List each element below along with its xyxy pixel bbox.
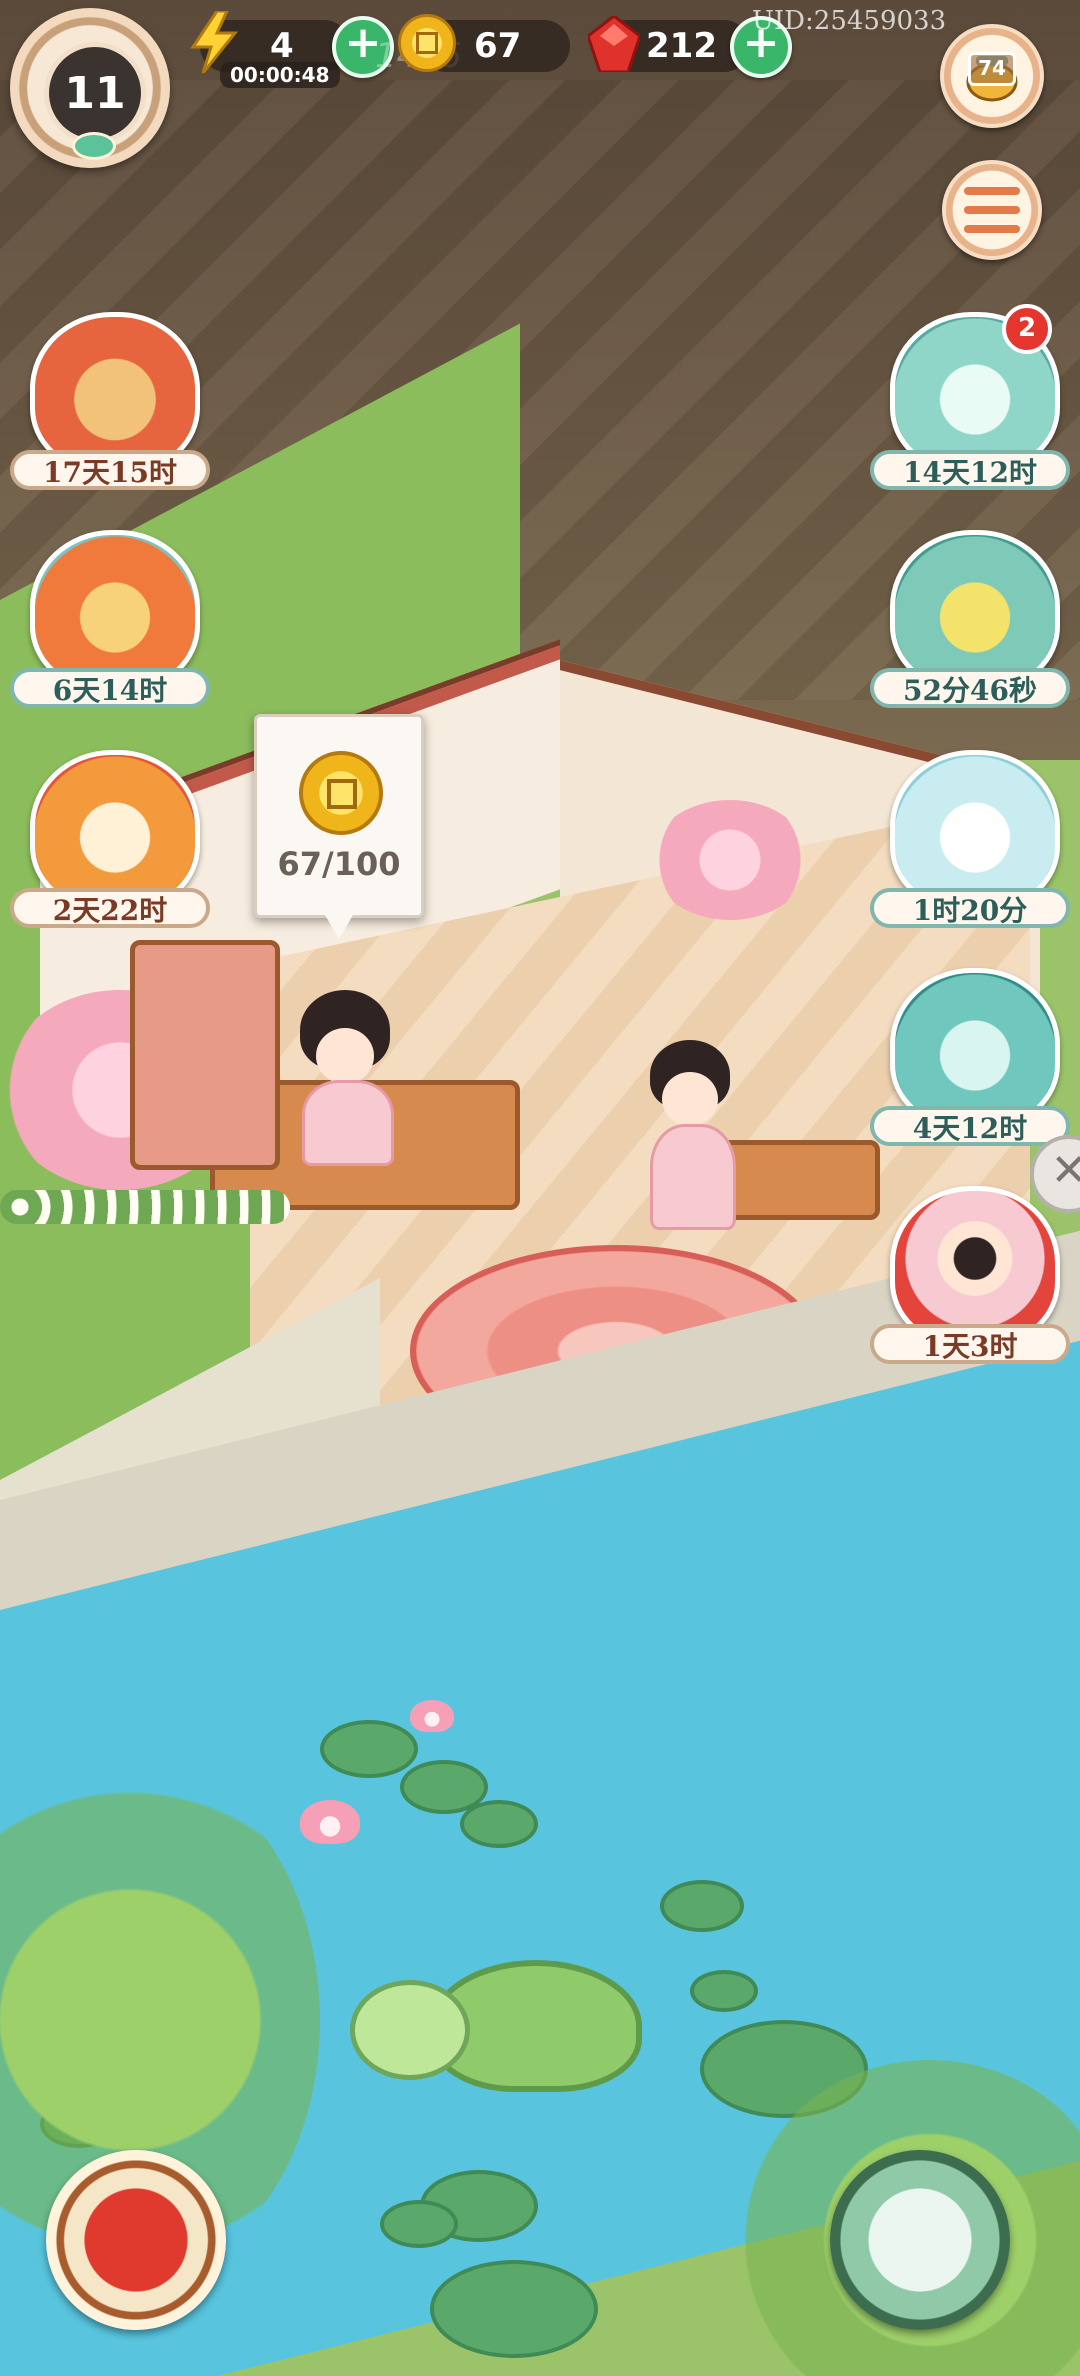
lion-dance-cat-icon <box>30 750 200 910</box>
event-timer: 1天3时 <box>870 1324 1070 1364</box>
player-level: 11 <box>64 67 126 119</box>
coin-progress: 67/100 <box>277 845 401 883</box>
event-timer: 1时20分 <box>870 888 1070 928</box>
coin-icon <box>299 751 383 835</box>
autumn-lantern-icon <box>30 530 200 690</box>
level-circle: 11 <box>44 42 146 144</box>
gift-button[interactable]: 74 <box>940 24 1044 128</box>
event-button-lucky-cat[interactable]: 52分46秒 <box>870 530 1070 720</box>
event-timer: 6天14时 <box>10 668 210 708</box>
red-gem-icon <box>584 14 644 74</box>
leaf-icon <box>72 132 116 160</box>
coin-collect-tooltip[interactable]: 67/100 <box>254 714 424 939</box>
hud-overlay: 11 4 00:00:48 + 1406 67 212 + UID:254590… <box>0 0 1080 2376</box>
list-icon <box>964 187 1020 233</box>
gift-count: 74 <box>968 52 1016 86</box>
event-button-jade-gift[interactable]: 4天12时 <box>870 968 1070 1158</box>
coins-value: 67 <box>474 26 522 66</box>
event-timer: 14天12时 <box>870 450 1070 490</box>
event-timer: 52分46秒 <box>870 668 1070 708</box>
event-button-snow[interactable]: 1时20分 <box>870 750 1070 940</box>
event-button-lion[interactable]: 2天22时 <box>10 750 210 940</box>
lucky-cat-treasure-icon <box>890 530 1060 690</box>
event-timer: 4天12时 <box>870 1106 1070 1146</box>
girl-scroll-icon <box>890 1186 1060 1346</box>
event-button-girl[interactable]: 1天3时 <box>870 1186 1070 1376</box>
teapot-icon[interactable] <box>830 2150 1010 2330</box>
energy-timer: 00:00:48 <box>220 62 340 88</box>
jade-cat-gift-icon <box>890 968 1060 1128</box>
player-level-badge[interactable]: 11 <box>10 8 170 168</box>
red-book-icon[interactable] <box>46 2150 226 2330</box>
event-button-autumn[interactable]: 6天14时 <box>10 530 210 720</box>
event-timer: 17天15时 <box>10 450 210 490</box>
event-timer: 2天22时 <box>10 888 210 928</box>
red-scroll-icon <box>30 312 200 472</box>
coin-icon <box>398 14 456 72</box>
gems-value: 212 <box>646 26 717 66</box>
notification-badge: 2 <box>1002 304 1052 354</box>
snow-fan-icon <box>890 750 1060 910</box>
event-button-scroll[interactable]: 17天15时 <box>10 312 210 502</box>
event-button-jade-cat[interactable]: 2 14天12时 <box>870 304 1070 502</box>
user-id: UID:25459033 <box>752 6 947 36</box>
menu-button[interactable] <box>942 160 1042 260</box>
